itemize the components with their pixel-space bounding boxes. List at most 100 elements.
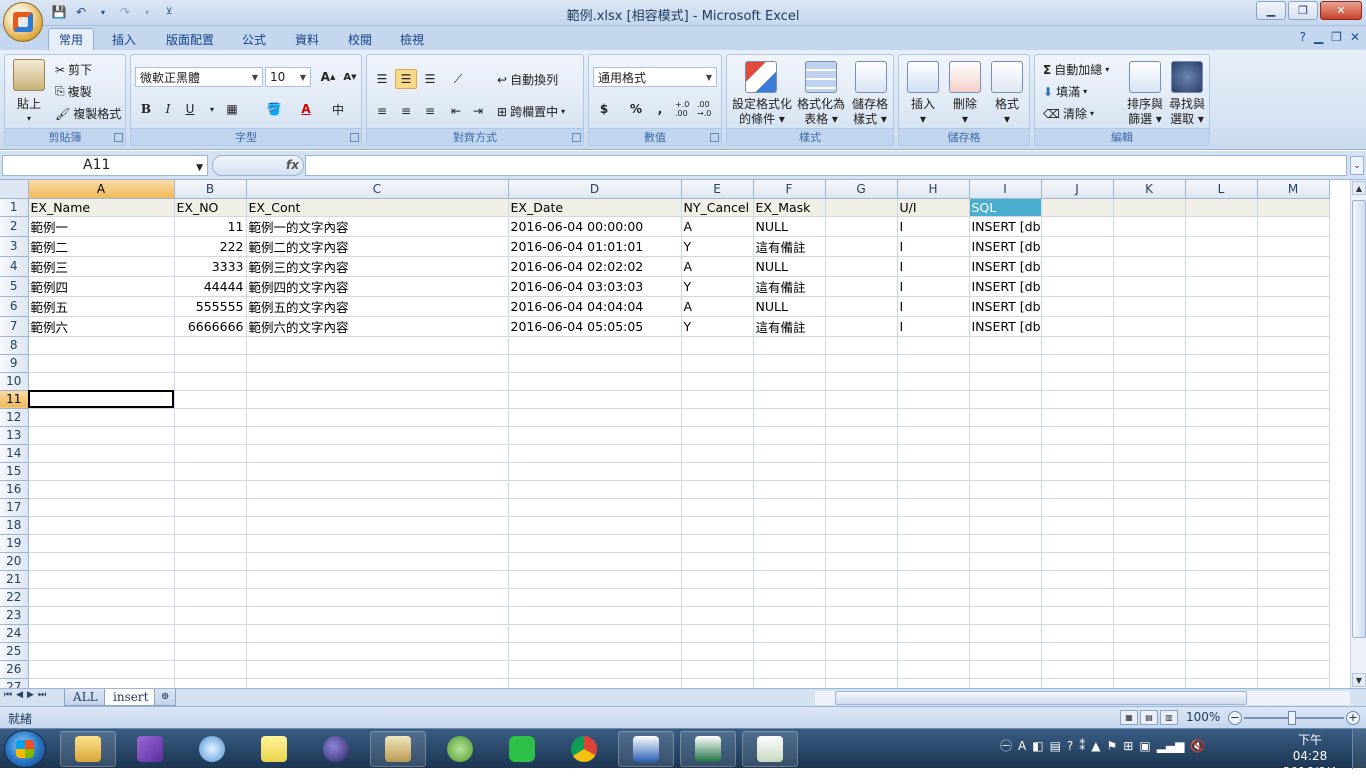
cell-k18[interactable]	[1113, 516, 1186, 535]
column-header-a[interactable]: A	[28, 180, 175, 199]
row-header[interactable]: 21	[0, 570, 29, 589]
cell-f9[interactable]	[753, 354, 826, 373]
cell-d5[interactable]: 2016-06-04 03:03:03	[508, 276, 682, 297]
cell-k27[interactable]	[1113, 678, 1186, 688]
cell-h26[interactable]	[897, 660, 970, 679]
cell-k7[interactable]	[1113, 316, 1186, 337]
cell-l21[interactable]	[1185, 570, 1258, 589]
cell-k25[interactable]	[1113, 642, 1186, 661]
prev-sheet-icon[interactable]: ◀	[16, 690, 23, 700]
cell-l14[interactable]	[1185, 444, 1258, 463]
sheet-tab-all[interactable]: ALL	[64, 689, 107, 706]
cell-d4[interactable]: 2016-06-04 02:02:02	[508, 256, 682, 277]
zoom-slider[interactable]: − +	[1228, 711, 1360, 725]
cell-a18[interactable]	[28, 516, 175, 535]
cell-b18[interactable]	[174, 516, 247, 535]
cell-c10[interactable]	[246, 372, 509, 391]
sticky-notes-taskbar-button[interactable]	[246, 731, 302, 767]
column-header-h[interactable]: H	[897, 180, 970, 199]
alignment-launcher-icon[interactable]	[572, 133, 581, 142]
cell-j1[interactable]	[1041, 198, 1114, 217]
cell-i14[interactable]	[969, 444, 1042, 463]
cell-i17[interactable]	[969, 498, 1042, 517]
cell-c19[interactable]	[246, 534, 509, 553]
tray-expand-icon[interactable]: ▲	[1091, 739, 1100, 753]
cell-e3[interactable]: Y	[681, 236, 754, 257]
cell-a19[interactable]	[28, 534, 175, 553]
cell-c1[interactable]: EX_Cont	[246, 198, 509, 217]
cell-c14[interactable]	[246, 444, 509, 463]
orientation-icon[interactable]: ⟋	[447, 69, 469, 89]
align-bottom-icon[interactable]: ☰	[419, 69, 441, 89]
cell-k6[interactable]	[1113, 296, 1186, 317]
cell-b10[interactable]	[174, 372, 247, 391]
cell-f23[interactable]	[753, 606, 826, 625]
cell-j3[interactable]	[1041, 236, 1114, 257]
cell-b19[interactable]	[174, 534, 247, 553]
snipping-tool-taskbar-button[interactable]	[370, 731, 426, 767]
copy-button[interactable]: ⎘ 複製	[55, 83, 92, 100]
cell-e1[interactable]: NY_Cancel	[681, 198, 754, 217]
cell-f22[interactable]	[753, 588, 826, 607]
grow-font-button[interactable]: A ▲	[317, 67, 339, 87]
cell-d6[interactable]: 2016-06-04 04:04:04	[508, 296, 682, 317]
zoom-in-icon[interactable]: +	[1346, 711, 1360, 725]
cell-l1[interactable]	[1185, 198, 1258, 217]
cell-a12[interactable]	[28, 408, 175, 427]
cell-e15[interactable]	[681, 462, 754, 481]
cell-k22[interactable]	[1113, 588, 1186, 607]
cell-i21[interactable]	[969, 570, 1042, 589]
cell-g11[interactable]	[825, 390, 898, 409]
cell-c16[interactable]	[246, 480, 509, 499]
sheet-tab-insert[interactable]: insert	[104, 689, 158, 706]
cell-b14[interactable]	[174, 444, 247, 463]
cell-k3[interactable]	[1113, 236, 1186, 257]
cell-c5[interactable]: 範例四的文字內容	[246, 276, 509, 297]
row-header[interactable]: 22	[0, 588, 29, 607]
cell-k11[interactable]	[1113, 390, 1186, 409]
cell-m15[interactable]	[1257, 462, 1330, 481]
cell-d18[interactable]	[508, 516, 682, 535]
cell-h3[interactable]: I	[897, 236, 970, 257]
scroll-up-icon[interactable]: ▲	[1352, 181, 1366, 195]
cell-g4[interactable]	[825, 256, 898, 277]
cell-m8[interactable]	[1257, 336, 1330, 355]
cell-b26[interactable]	[174, 660, 247, 679]
row-header[interactable]: 1	[0, 198, 29, 217]
column-header-k[interactable]: K	[1113, 180, 1186, 199]
cell-j19[interactable]	[1041, 534, 1114, 553]
restore-button[interactable]: ❐	[1288, 1, 1318, 20]
cell-d3[interactable]: 2016-06-04 01:01:01	[508, 236, 682, 257]
cell-m5[interactable]	[1257, 276, 1330, 297]
row-header[interactable]: 12	[0, 408, 29, 427]
cell-h8[interactable]	[897, 336, 970, 355]
cell-e17[interactable]	[681, 498, 754, 517]
align-center-icon[interactable]: ≡	[395, 101, 417, 121]
number-format-combo[interactable]: 通用格式 ▼	[593, 67, 717, 87]
cell-j7[interactable]	[1041, 316, 1114, 337]
scroll-down-icon[interactable]: ▼	[1352, 673, 1366, 687]
cell-d19[interactable]	[508, 534, 682, 553]
notepad-taskbar-button[interactable]	[742, 731, 798, 767]
cell-b7[interactable]: 6666666	[174, 316, 247, 337]
cell-e26[interactable]	[681, 660, 754, 679]
cell-i9[interactable]	[969, 354, 1042, 373]
cell-k26[interactable]	[1113, 660, 1186, 679]
row-header[interactable]: 26	[0, 660, 29, 679]
paste-dropdown-icon[interactable]: ▾	[11, 111, 47, 126]
cell-g13[interactable]	[825, 426, 898, 445]
column-header-j[interactable]: J	[1041, 180, 1114, 199]
column-header-d[interactable]: D	[508, 180, 682, 199]
row-header[interactable]: 19	[0, 534, 29, 553]
cell-m23[interactable]	[1257, 606, 1330, 625]
cell-m22[interactable]	[1257, 588, 1330, 607]
cell-l20[interactable]	[1185, 552, 1258, 571]
format-cells-icon[interactable]	[991, 61, 1023, 93]
cell-g21[interactable]	[825, 570, 898, 589]
safari-taskbar-button[interactable]	[184, 731, 240, 767]
minimize-button[interactable]: ▁	[1256, 1, 1286, 20]
cell-j26[interactable]	[1041, 660, 1114, 679]
cell-m25[interactable]	[1257, 642, 1330, 661]
cell-k8[interactable]	[1113, 336, 1186, 355]
cell-g18[interactable]	[825, 516, 898, 535]
